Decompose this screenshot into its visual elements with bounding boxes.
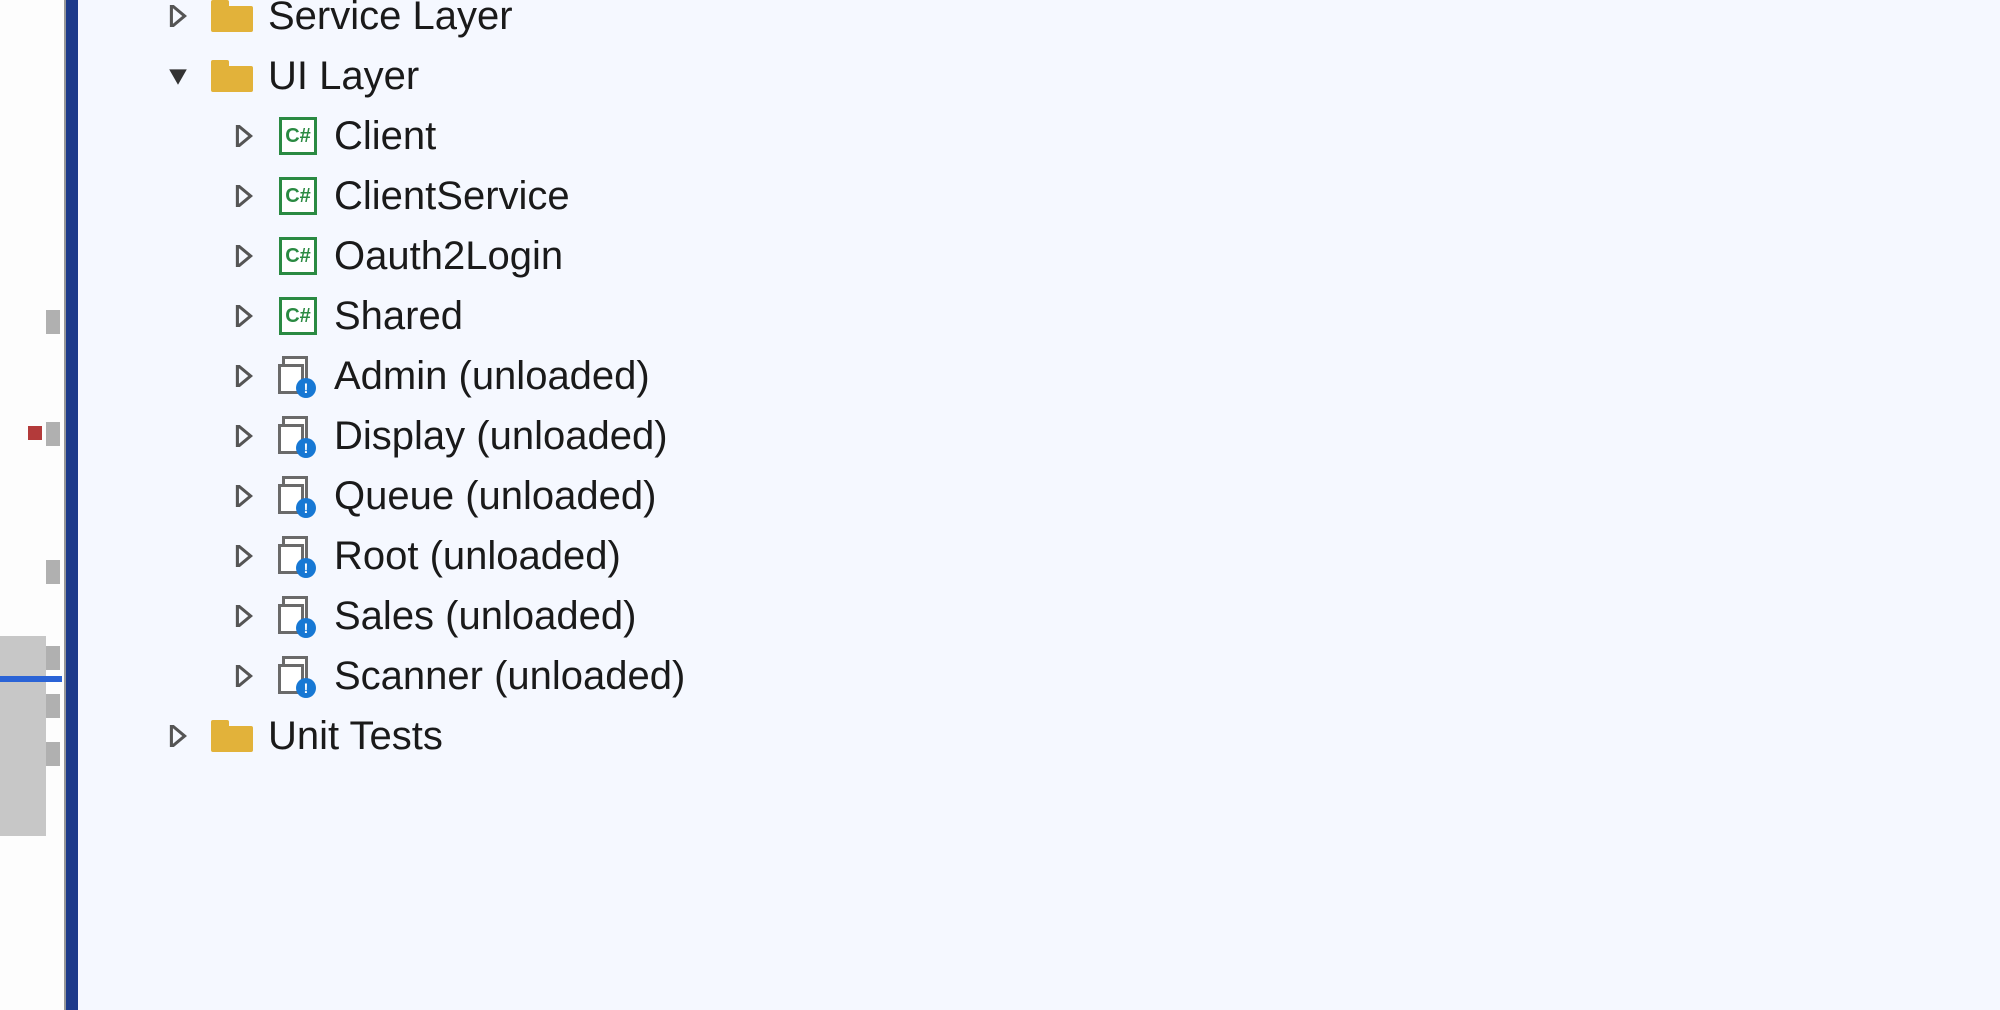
editor-gutter xyxy=(0,0,70,1010)
gutter-separator xyxy=(0,676,62,682)
tree-label: Sales (unloaded) xyxy=(328,594,636,639)
tree-label: Admin (unloaded) xyxy=(328,354,650,399)
tree-label: Root (unloaded) xyxy=(328,534,621,579)
tree-row-shared[interactable]: C# Shared xyxy=(88,286,1888,346)
tree-label: Service Layer xyxy=(262,0,513,39)
gutter-marker xyxy=(46,694,60,718)
tree-row-scanner[interactable]: ! Scanner (unloaded) xyxy=(88,646,1888,706)
tree-label: Display (unloaded) xyxy=(328,414,668,459)
expand-icon[interactable] xyxy=(220,125,268,147)
tree-label: UI Layer xyxy=(262,54,419,99)
folder-icon xyxy=(202,0,262,32)
gutter-marker xyxy=(46,646,60,670)
tree-row-oauth2login[interactable]: C# Oauth2Login xyxy=(88,226,1888,286)
gutter-marker xyxy=(46,560,60,584)
unloaded-project-icon: ! xyxy=(268,476,328,516)
gutter-shade xyxy=(0,636,46,836)
tree-label: Scanner (unloaded) xyxy=(328,654,685,699)
csharp-project-icon: C# xyxy=(268,297,328,335)
collapse-icon[interactable] xyxy=(154,65,202,87)
tree-label: Unit Tests xyxy=(262,714,443,759)
tree-label: ClientService xyxy=(328,174,570,219)
expand-icon[interactable] xyxy=(220,305,268,327)
expand-icon[interactable] xyxy=(220,605,268,627)
gutter-marker xyxy=(46,422,60,446)
expand-icon[interactable] xyxy=(220,185,268,207)
tree-row-sales[interactable]: ! Sales (unloaded) xyxy=(88,586,1888,646)
csharp-project-icon: C# xyxy=(268,237,328,275)
pane-accent xyxy=(66,0,78,1010)
tree-label: Oauth2Login xyxy=(328,234,563,279)
folder-icon xyxy=(202,720,262,752)
unloaded-project-icon: ! xyxy=(268,656,328,696)
tree-row-root[interactable]: ! Root (unloaded) xyxy=(88,526,1888,586)
expand-icon[interactable] xyxy=(154,5,202,27)
folder-icon xyxy=(202,60,262,92)
csharp-project-icon: C# xyxy=(268,177,328,215)
gutter-marker-red xyxy=(28,426,42,440)
unloaded-project-icon: ! xyxy=(268,536,328,576)
tree-row-ui-layer[interactable]: UI Layer xyxy=(88,46,1888,106)
tree-label: Client xyxy=(328,114,436,159)
expand-icon[interactable] xyxy=(154,725,202,747)
tree-row-client[interactable]: C# Client xyxy=(88,106,1888,166)
expand-icon[interactable] xyxy=(220,485,268,507)
tree-label: Queue (unloaded) xyxy=(328,474,656,519)
expand-icon[interactable] xyxy=(220,665,268,687)
expand-icon[interactable] xyxy=(220,545,268,567)
unloaded-project-icon: ! xyxy=(268,356,328,396)
tree-row-service-layer[interactable]: Service Layer xyxy=(88,0,1888,46)
expand-icon[interactable] xyxy=(220,365,268,387)
tree-row-client-service[interactable]: C# ClientService xyxy=(88,166,1888,226)
tree-row-unit-tests[interactable]: Unit Tests xyxy=(88,706,1888,766)
expand-icon[interactable] xyxy=(220,245,268,267)
tree-label: Shared xyxy=(328,294,463,339)
csharp-project-icon: C# xyxy=(268,117,328,155)
tree-row-display[interactable]: ! Display (unloaded) xyxy=(88,406,1888,466)
gutter-marker xyxy=(46,742,60,766)
expand-icon[interactable] xyxy=(220,425,268,447)
gutter-marker xyxy=(46,310,60,334)
tree-row-admin[interactable]: ! Admin (unloaded) xyxy=(88,346,1888,406)
solution-explorer-tree: Service Layer UI Layer C# Client C# Clie… xyxy=(88,0,1888,766)
unloaded-project-icon: ! xyxy=(268,416,328,456)
tree-row-queue[interactable]: ! Queue (unloaded) xyxy=(88,466,1888,526)
unloaded-project-icon: ! xyxy=(268,596,328,636)
